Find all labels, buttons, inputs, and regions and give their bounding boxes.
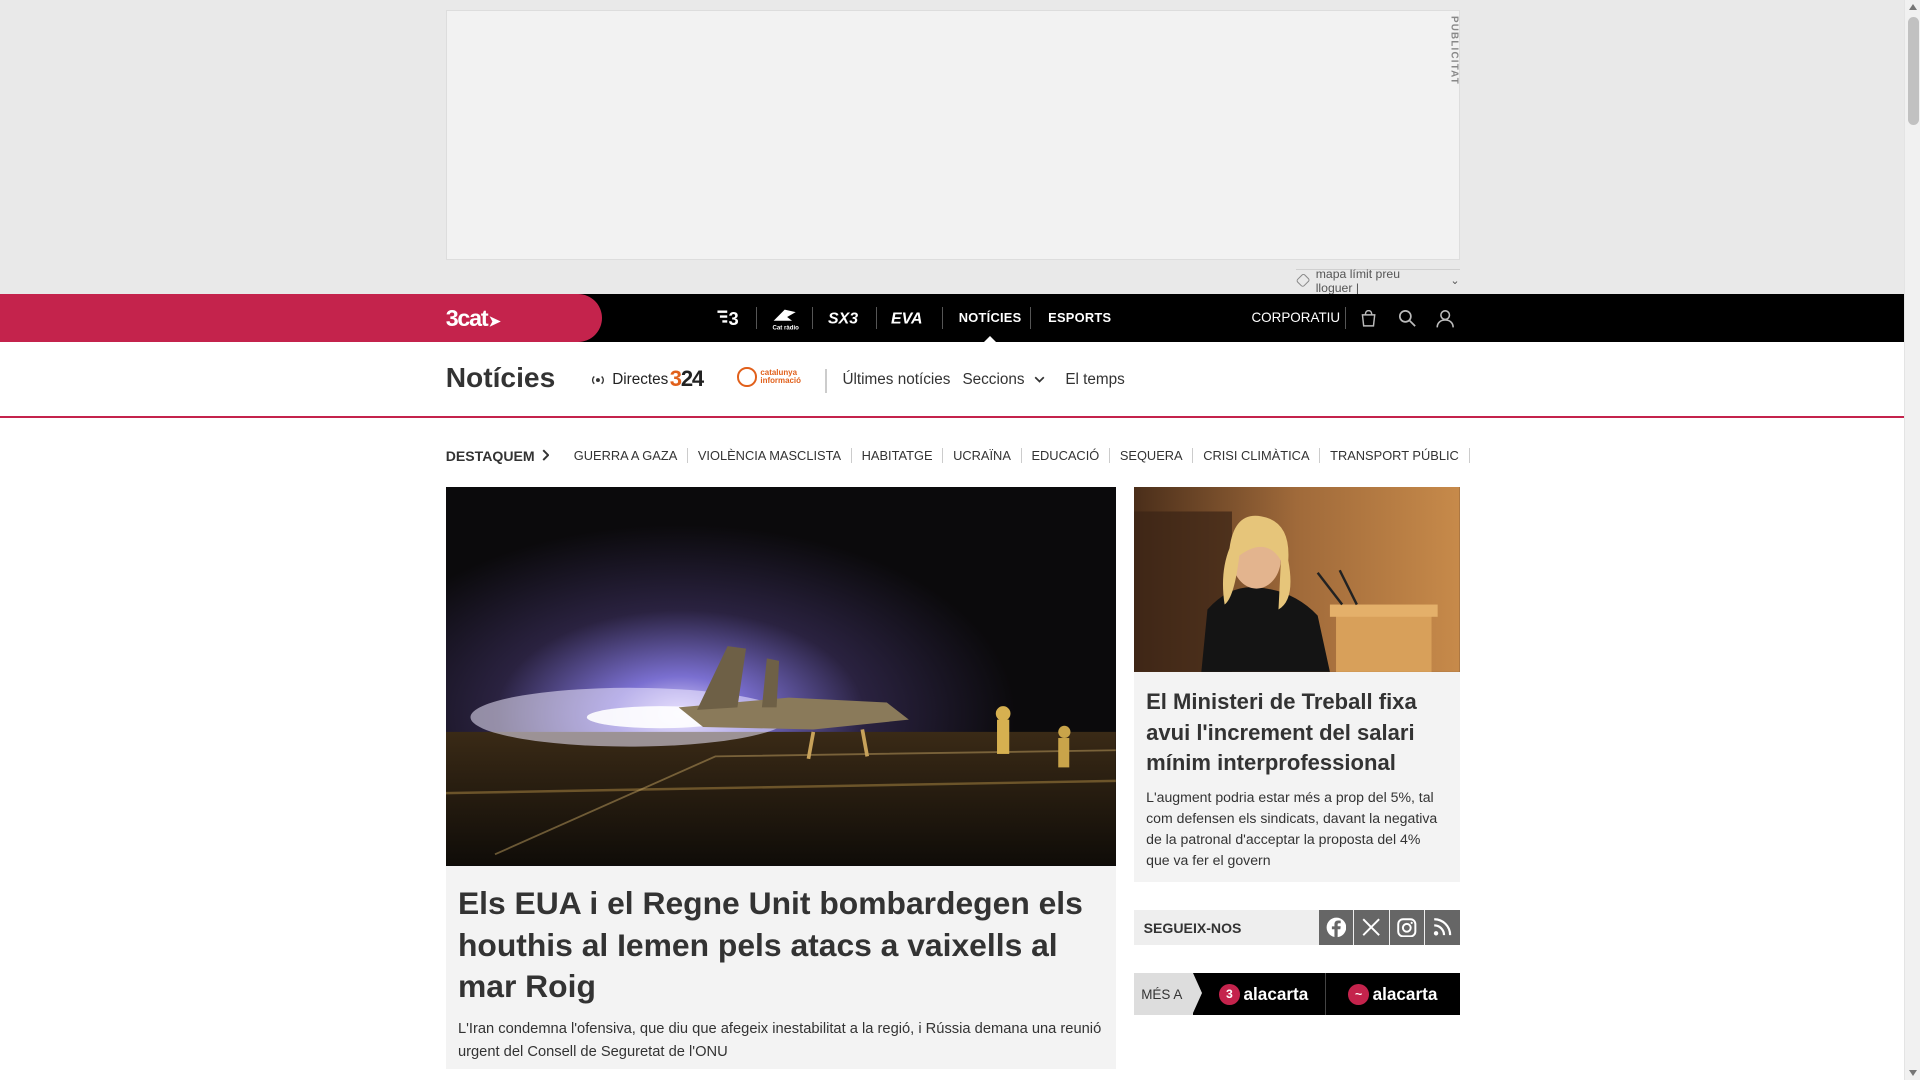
ad-strip-text: mapa límit preu lloguer | [1315, 266, 1401, 295]
seccions-dropdown[interactable]: Seccions [962, 371, 1045, 389]
side-article-subtitle: L'augment podria estar més a prop del 5%… [1146, 789, 1438, 868]
mes-a-bar: MÉS A 3 alacarta ~ alacarta [1133, 973, 1460, 1016]
destaquem-label[interactable]: DESTAQUEM [446, 448, 550, 464]
instagram-button[interactable] [1389, 909, 1425, 946]
channel-catradio[interactable]: Cat ràdio [757, 294, 814, 342]
ultimes-noticies-link[interactable]: Últimes notícies [842, 371, 950, 389]
channel-eva[interactable]: EVA [877, 294, 943, 342]
user-button[interactable] [1433, 306, 1457, 330]
tv3-logo-icon: 3 [717, 308, 739, 328]
search-button[interactable] [1395, 306, 1419, 330]
brand-area: 3cat➤ [0, 293, 603, 342]
logo-324-text: 24 [680, 366, 704, 392]
destaquem-item[interactable]: TRANSPORT PÚBLIC [1320, 448, 1470, 463]
side-article-card[interactable]: El Ministeri de Treball fixa avui l'incr… [1133, 672, 1460, 882]
brand-text: 3cat [445, 304, 489, 331]
facebook-button[interactable] [1318, 909, 1354, 946]
shop-button[interactable] [1357, 306, 1381, 330]
nav-esports[interactable]: ESPORTS [1048, 294, 1111, 342]
logo-324-prefix: 3 [669, 366, 682, 392]
follow-us-bar: SEGUEIX-NOS [1133, 909, 1460, 946]
rss-icon [1434, 918, 1452, 936]
nav-separator [1026, 294, 1032, 342]
facebook-icon [1326, 917, 1346, 938]
scroll-up-arrow-icon[interactable] [1908, 3, 1917, 10]
main-article-card[interactable]: Els EUA i el Regne Unit bombardegen els … [445, 865, 1116, 1069]
live-broadcast-icon [592, 375, 605, 385]
destaquem-item[interactable]: VIOLÈNCIA MASCLISTA [688, 448, 852, 463]
main-article-image[interactable] [445, 487, 1116, 866]
logo-catalunya-informacio[interactable]: catalunya informació [737, 367, 829, 387]
main-article-subtitle: L'Iran condemna l'ofensiva, que diu que … [457, 1020, 1102, 1060]
section-header: Notícies Directes 324 catalunya informac… [0, 341, 1905, 418]
shopping-bag-icon [1362, 309, 1376, 327]
speaker-photo [1133, 487, 1460, 673]
nav-noticies[interactable]: NOTÍCIES [959, 294, 1022, 343]
brand-logo[interactable]: 3cat➤ [445, 304, 501, 332]
eva-logo-icon: EVA [891, 311, 923, 326]
svg-text:SX3: SX3 [828, 311, 858, 326]
directes-label: Directes [612, 371, 669, 388]
top-navbar: 3cat➤ 3 Cat ràdio SX3 EVA NOTÍCIES ESPOR… [0, 293, 1905, 343]
search-icon [1398, 310, 1416, 327]
seccions-label: Seccions [962, 371, 1025, 388]
directes-link[interactable]: Directes [590, 371, 668, 389]
follow-us-label: SEGUEIX-NOS [1143, 919, 1242, 936]
vertical-scrollbar[interactable] [1904, 0, 1920, 1080]
destaquem-item[interactable]: EDUCACIÓ [1022, 448, 1111, 463]
tv3-alacarta-link[interactable]: 3 alacarta [1192, 973, 1325, 1016]
rss-button[interactable] [1425, 909, 1460, 946]
svg-text:Cat ràdio: Cat ràdio [773, 324, 800, 330]
destaquem-bar: DESTAQUEM GUERRA A GAZA VIOLÈNCIA MASCLI… [446, 447, 1470, 464]
brand-arrow-icon: ➤ [488, 313, 501, 330]
corporatiu-link[interactable]: CORPORATIU [1251, 294, 1340, 342]
catradio-alacarta-link[interactable]: ~ alacarta [1324, 973, 1460, 1016]
page-title[interactable]: Notícies [446, 362, 556, 394]
alacarta-text: alacarta [1372, 983, 1438, 1004]
main-article-title[interactable]: Els EUA i el Regne Unit bombardegen els … [458, 883, 1095, 1008]
destaquem-item[interactable]: UCRAÏNA [943, 448, 1022, 463]
destaquem-text: DESTAQUEM [445, 447, 535, 464]
destaquem-item[interactable]: HABITATGE [852, 448, 944, 463]
catradio-badge-icon: ~ [1348, 983, 1369, 1005]
page: PUBLICITAT mapa límit preu lloguer | ⌄ 3… [0, 0, 1905, 1080]
scrollbar-thumb[interactable] [1907, 17, 1919, 125]
svg-text:3: 3 [729, 308, 739, 327]
tag-icon [1295, 273, 1311, 289]
svg-text:EVA: EVA [891, 311, 923, 326]
catinfo-text: catalunya informació [760, 367, 801, 386]
topbar-separator [1344, 307, 1346, 330]
viewport: PUBLICITAT mapa límit preu lloguer | ⌄ 3… [0, 0, 1920, 1080]
chevron-down-icon [1034, 376, 1045, 384]
alacarta-text: alacarta [1243, 983, 1309, 1004]
sx3-logo-icon: SX3 [828, 311, 858, 326]
el-temps-link[interactable]: El temps [1065, 371, 1125, 389]
x-icon [1362, 918, 1381, 937]
ad-search-strip[interactable]: mapa límit preu lloguer | ⌄ [1295, 267, 1460, 295]
destaquem-item[interactable]: GUERRA A GAZA [564, 448, 689, 463]
destaquem-item[interactable]: CRISI CLIMÀTICA [1193, 448, 1321, 463]
chevron-right-icon [542, 449, 550, 462]
side-article-title[interactable]: El Ministeri de Treball fixa avui l'incr… [1146, 687, 1447, 779]
catradio-logo-icon: Cat ràdio [773, 309, 800, 330]
channel-tv3[interactable]: 3 [700, 294, 757, 342]
x-button[interactable] [1354, 909, 1389, 946]
ad-banner[interactable] [445, 9, 1460, 260]
destaquem-item[interactable]: SEQUERA [1110, 448, 1194, 463]
header-separator [825, 368, 827, 394]
mes-a-label: MÉS A [1133, 973, 1203, 1016]
channel-sx3[interactable]: SX3 [813, 294, 877, 342]
tv3-badge-icon: 3 [1219, 983, 1240, 1005]
user-icon [1436, 309, 1454, 327]
chevron-down-icon: ⌄ [1450, 275, 1460, 288]
catinfo-circle-icon [737, 367, 757, 387]
jet-launch-photo [445, 487, 1116, 866]
scroll-down-arrow-icon[interactable] [1908, 1070, 1917, 1077]
logo-324[interactable]: 324 [669, 366, 704, 392]
instagram-icon [1397, 917, 1417, 938]
side-article-image[interactable] [1133, 487, 1460, 673]
ad-label: PUBLICITAT [1448, 15, 1460, 85]
